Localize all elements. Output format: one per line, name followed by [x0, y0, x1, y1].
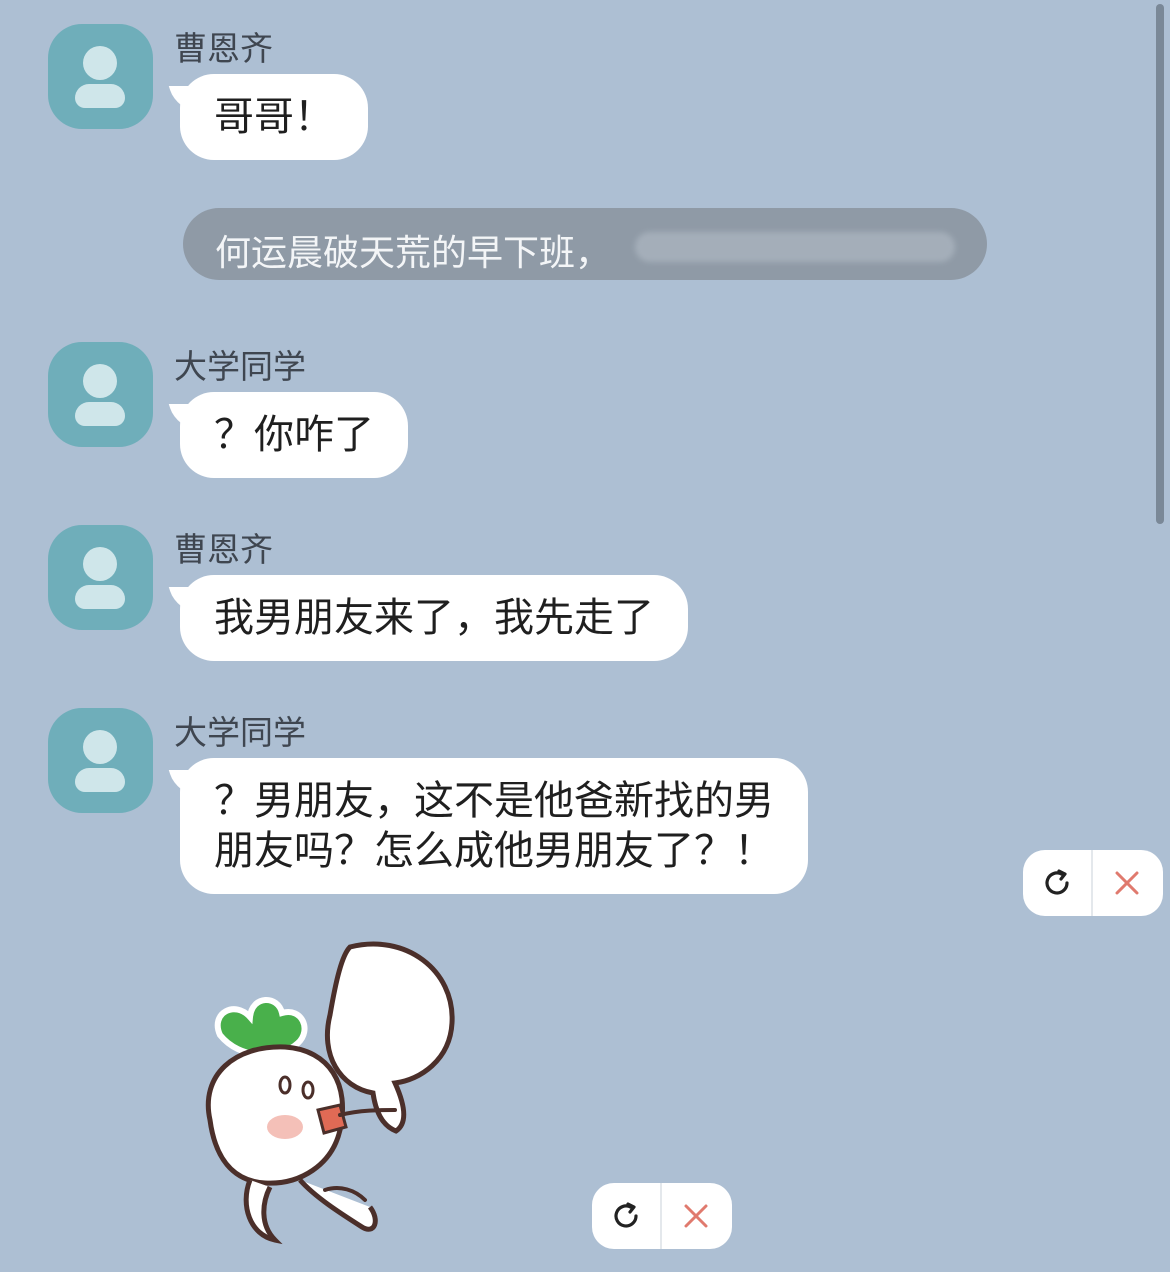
avatar[interactable] [48, 525, 153, 630]
radish-sticker[interactable] [190, 935, 480, 1255]
message-text: ？你咋了 [214, 412, 374, 458]
sender-name: 曹恩齐 [174, 29, 273, 68]
refresh-icon [1045, 869, 1069, 895]
avatar[interactable] [48, 708, 153, 813]
person-icon [83, 364, 117, 398]
sender-name: 大学同学 [174, 347, 306, 386]
person-icon [83, 730, 117, 764]
message-text: 我男朋友来了，我先走了 [214, 595, 654, 641]
scrollbar[interactable] [1156, 4, 1164, 524]
message-bubble[interactable]: 我男朋友来了，我先走了 [180, 575, 688, 661]
retry-button[interactable] [1023, 850, 1091, 916]
chat-area[interactable]: 曹恩齐 哥哥！ 何运晨破天荒的早下班， 大学同学 ？你咋了 曹恩齐 我男朋友来了… [0, 0, 1170, 1272]
message-text: ？男朋友，这不是他爸新找的男 [214, 778, 774, 824]
message-bubble[interactable]: ？你咋了 [180, 392, 408, 478]
message-text: 哥哥！ [214, 94, 334, 140]
message-bubble[interactable]: 哥哥！ [180, 74, 368, 160]
person-icon [83, 46, 117, 80]
close-icon [1115, 871, 1139, 895]
system-notice-text: 何运晨破天荒的早下班， [215, 233, 612, 274]
delete-button[interactable] [662, 1183, 730, 1249]
message-text: 朋友吗？怎么成他男朋友了？！ [214, 828, 774, 874]
close-icon [684, 1204, 708, 1228]
redacted-text [635, 232, 955, 262]
message-actions [1023, 850, 1163, 916]
person-icon [83, 547, 117, 581]
sender-name: 大学同学 [174, 713, 306, 752]
message-bubble[interactable]: ？男朋友，这不是他爸新找的男 朋友吗？怎么成他男朋友了？！ [180, 758, 808, 894]
delete-button[interactable] [1093, 850, 1161, 916]
avatar[interactable] [48, 342, 153, 447]
refresh-icon [614, 1202, 638, 1228]
avatar[interactable] [48, 24, 153, 129]
sticker-actions [592, 1183, 732, 1249]
sender-name: 曹恩齐 [174, 530, 273, 569]
retry-button[interactable] [592, 1183, 660, 1249]
system-notice: 何运晨破天荒的早下班， [183, 208, 987, 280]
